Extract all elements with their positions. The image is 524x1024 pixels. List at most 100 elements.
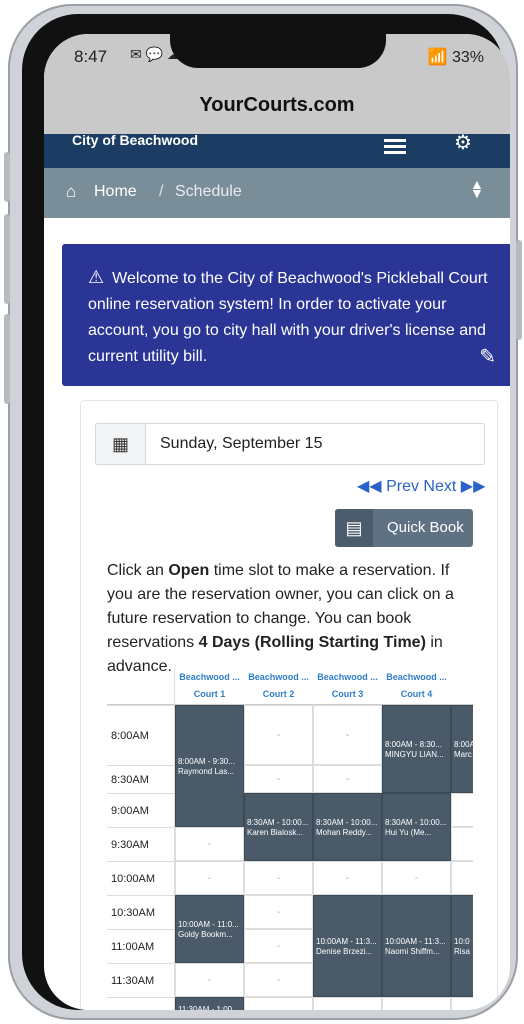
open-time-slot[interactable]: -: [313, 765, 382, 793]
screen: 8:47 ✉ 💬 ☁ 📶 33% YourCourts.com City of …: [44, 34, 510, 1010]
side-button: [4, 152, 10, 202]
reservation-time[interactable]: 10:00AM - 11:3...: [385, 937, 448, 947]
welcome-alert: ⚠ Welcome to the City of Beachwood's Pick…: [62, 244, 510, 386]
sort-toggle-icon[interactable]: ▲ ▼: [470, 177, 484, 200]
reservation-time[interactable]: 8:30AM - 10:00...: [316, 818, 379, 828]
reservation-time[interactable]: 8:00AM - 8:30...: [385, 740, 448, 750]
reservation-time[interactable]: 8:30AM - 10:00...: [247, 818, 310, 828]
open-time-slot[interactable]: -: [382, 861, 451, 895]
reservation-time[interactable]: 10:00AM - 11:3...: [316, 937, 379, 947]
reservation-block[interactable]: 8:30AM - 10:00... Hui Yu (Me...: [382, 793, 451, 861]
next-day-link[interactable]: Next ▶▶: [423, 478, 485, 495]
open-time-slot[interactable]: -: [244, 895, 313, 929]
open-time-slot[interactable]: -: [313, 997, 382, 1010]
reservation-owner[interactable]: MINGYU LIAN...: [385, 750, 448, 760]
open-time-slot[interactable]: -: [451, 997, 473, 1010]
reservation-block[interactable]: 8:30AM - 10:00... Mohan Reddy...: [313, 793, 382, 861]
court-venue-label[interactable]: Beachwood ...: [244, 669, 313, 686]
reservation-block[interactable]: 10:00AM - 11:3... Denise Brzezi...: [313, 895, 382, 997]
home-icon[interactable]: ⌂: [66, 182, 76, 202]
reservation-time[interactable]: 8:00AM - 9:30...: [178, 757, 241, 767]
quick-book-label[interactable]: Quick Book: [387, 519, 464, 536]
open-time-slot[interactable]: -: [451, 861, 473, 895]
browser-url-bar[interactable]: YourCourts.com: [44, 84, 510, 134]
prev-label[interactable]: Prev: [386, 478, 419, 495]
open-time-slot[interactable]: -: [244, 861, 313, 895]
court-name-label[interactable]: Court 2: [244, 686, 313, 703]
app-title[interactable]: City of Beachwood: [72, 132, 198, 148]
calendar-plus-icon[interactable]: ▤: [335, 509, 373, 547]
open-time-slot[interactable]: -: [244, 963, 313, 997]
court-venue-label[interactable]: Beachwood ...: [382, 669, 451, 686]
edit-icon[interactable]: ✎: [479, 344, 496, 370]
court-column-header[interactable]: Beac(: [451, 669, 473, 705]
court-name-label[interactable]: Court 1: [175, 686, 244, 703]
battery-indicator: 📶 33%: [427, 49, 484, 66]
grid-corner: [107, 669, 175, 705]
reservation-time[interactable]: 11:30AM - 1:00...: [178, 1005, 241, 1010]
breadcrumb-home-link[interactable]: Home: [94, 183, 137, 201]
reservation-owner[interactable]: Hui Yu (Me...: [385, 828, 448, 838]
prev-day-link[interactable]: ◀◀ Prev: [357, 478, 419, 495]
reservation-time[interactable]: 8:00A: [454, 740, 473, 750]
reservation-owner[interactable]: Mohan Reddy...: [316, 828, 379, 838]
reservation-block[interactable]: 8:00A Marc: [451, 705, 473, 793]
court-column-header[interactable]: Beachwood ... Court 1: [175, 669, 244, 705]
reservation-block[interactable]: 8:00AM - 9:30... Raymond Las...: [175, 705, 244, 827]
court-name-label[interactable]: (: [451, 686, 473, 703]
open-time-slot[interactable]: -: [451, 827, 473, 861]
calendar-icon[interactable]: ▦: [96, 424, 146, 464]
open-time-slot[interactable]: -: [451, 793, 473, 827]
court-column-header[interactable]: Beachwood ... Court 2: [244, 669, 313, 705]
court-name-label[interactable]: Court 4: [382, 686, 451, 703]
open-time-slot[interactable]: -: [313, 861, 382, 895]
court-schedule-grid: Beachwood ... Court 1 Beachwood ... Court 2…: [107, 669, 473, 1010]
instructions-open: Open: [168, 562, 210, 579]
reservation-owner[interactable]: Denise Brzezi...: [316, 947, 379, 957]
next-label[interactable]: Next: [423, 478, 456, 495]
reservation-block[interactable]: 8:30AM - 10:00... Karen Bialosk...: [244, 793, 313, 861]
reservation-owner[interactable]: Goldy Bookm...: [178, 930, 241, 940]
reservation-block[interactable]: 8:00AM - 8:30... MINGYU LIAN...: [382, 705, 451, 793]
open-time-slot[interactable]: -: [244, 929, 313, 963]
reservation-time[interactable]: 10:0: [454, 937, 473, 947]
url-text[interactable]: YourCourts.com: [199, 94, 354, 116]
date-picker[interactable]: ▦ Sunday, September 15: [95, 423, 485, 465]
reservation-time[interactable]: 8:30AM - 10:00...: [385, 818, 448, 828]
reservation-owner[interactable]: Marc: [454, 750, 473, 760]
open-time-slot[interactable]: -: [244, 705, 313, 765]
power-button: [516, 240, 522, 340]
court-column-header[interactable]: Beachwood ... Court 3: [313, 669, 382, 705]
selected-date[interactable]: Sunday, September 15: [160, 435, 322, 453]
open-time-slot[interactable]: -: [313, 705, 382, 765]
quick-book-button[interactable]: ▤ Quick Book: [335, 509, 473, 547]
reservation-owner[interactable]: Naomi Shiffm...: [385, 947, 448, 957]
open-time-slot[interactable]: -: [244, 997, 313, 1010]
open-time-slot[interactable]: -: [175, 861, 244, 895]
hamburger-menu-icon[interactable]: [384, 136, 406, 157]
reservation-block[interactable]: 10:00AM - 11:3... Naomi Shiffm...: [382, 895, 451, 997]
open-time-slot[interactable]: -: [382, 997, 451, 1010]
court-column-header[interactable]: Beachwood ... Court 4: [382, 669, 451, 705]
reservation-owner[interactable]: Risa: [454, 947, 473, 957]
date-navigation: ◀◀ Prev Next ▶▶: [357, 476, 485, 496]
status-bar: 8:47 ✉ 💬 ☁ 📶 33%: [44, 34, 510, 84]
reservation-owner[interactable]: Raymond Las...: [178, 767, 241, 777]
reservation-block[interactable]: 11:30AM - 1:00...Nathan Pollac...: [175, 997, 244, 1010]
open-time-slot[interactable]: -: [175, 963, 244, 997]
time-label: 9:30AM: [107, 827, 175, 861]
gear-icon[interactable]: ⚙: [454, 130, 472, 155]
time-label: 11:30AM: [107, 963, 175, 997]
court-venue-label[interactable]: Beachwood ...: [313, 669, 382, 686]
reservation-owner[interactable]: Karen Bialosk...: [247, 828, 310, 838]
court-venue-label[interactable]: Beachwood ...: [175, 669, 244, 686]
court-name-label[interactable]: Court 3: [313, 686, 382, 703]
time-label: 9:00AM: [107, 793, 175, 827]
instructions-text: Click an Open time slot to make a reserv…: [107, 559, 479, 679]
court-venue-label[interactable]: Beac: [451, 669, 473, 686]
reservation-time[interactable]: 10:00AM - 11:0...: [178, 920, 241, 930]
reservation-block[interactable]: 10:0 Risa: [451, 895, 473, 997]
open-time-slot[interactable]: -: [244, 765, 313, 793]
open-time-slot[interactable]: -: [175, 827, 244, 861]
reservation-block[interactable]: 10:00AM - 11:0... Goldy Bookm...: [175, 895, 244, 963]
